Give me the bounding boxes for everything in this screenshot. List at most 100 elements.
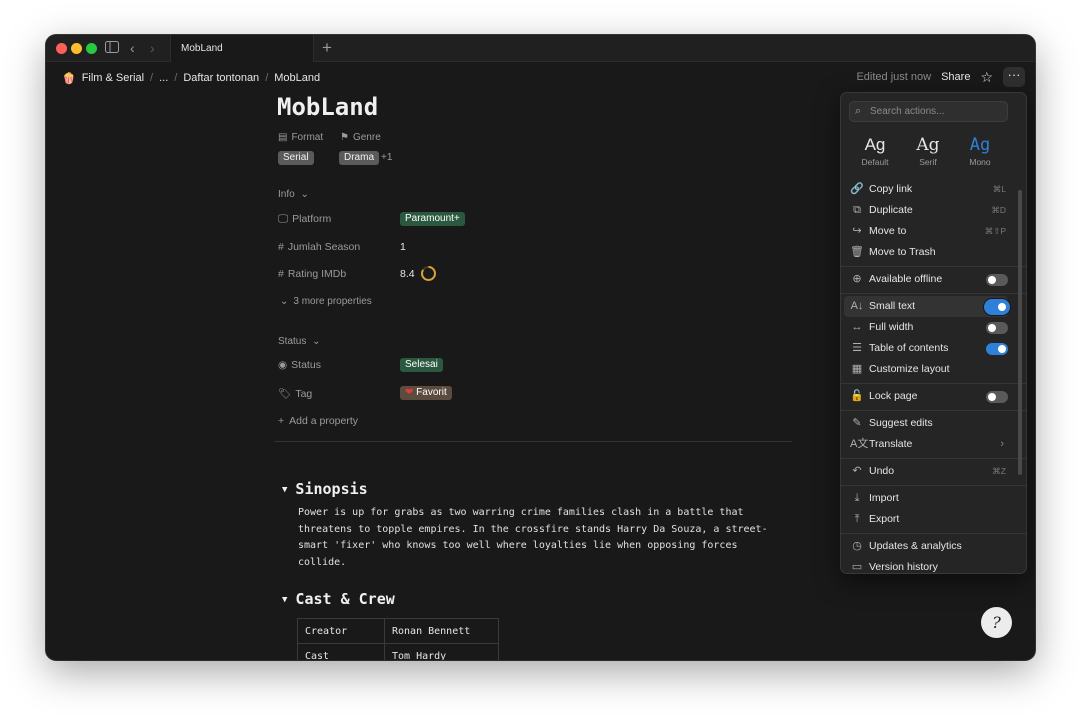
toggle-triangle-icon[interactable]: ▼ — [282, 485, 287, 495]
cast-crew-heading[interactable]: ▼ Cast & Crew — [282, 590, 395, 608]
font-label: Mono — [969, 157, 991, 167]
sidebar-toggle-icon[interactable] — [105, 39, 119, 57]
jumlah-season-value[interactable]: 1 — [400, 241, 406, 253]
breadcrumb-item-ellipsis[interactable]: ... — [159, 72, 168, 84]
hash-icon: # — [278, 241, 284, 253]
export-icon: ⤒ — [854, 513, 860, 525]
menu-item-undo[interactable]: ↶ Undo ⌘Z — [844, 461, 1008, 482]
menu-item-updates-analytics[interactable]: ◷ Updates & analytics — [844, 536, 1008, 557]
font-sample: Ag — [864, 135, 886, 154]
add-property-label: Add a property — [289, 415, 359, 427]
status-tag[interactable]: Selesai — [400, 358, 443, 372]
more-options-button[interactable]: ··· — [1003, 67, 1025, 87]
menu-item-label: Move to — [869, 225, 907, 237]
close-window-button[interactable] — [56, 43, 67, 54]
back-arrow-icon[interactable]: ‹ — [130, 39, 135, 57]
duplicate-icon: ⧉ — [853, 204, 861, 216]
font-option-serif[interactable]: Ag Serif — [902, 135, 954, 167]
full-width-toggle[interactable] — [986, 322, 1008, 334]
properties-divider — [274, 441, 792, 442]
font-option-default[interactable]: Ag Default — [849, 135, 901, 167]
platform-tag[interactable]: Paramount+ — [400, 212, 465, 226]
menu-item-small-text[interactable]: A↓ Small text — [844, 296, 1008, 317]
menu-item-label: Translate — [869, 438, 913, 450]
undo-icon: ↶ — [852, 465, 862, 477]
breadcrumb-item-daftar-tontonan[interactable]: Daftar tontonan — [183, 72, 259, 84]
new-tab-button[interactable]: + — [322, 38, 332, 58]
favorit-tag[interactable]: ❤ Favorit — [400, 386, 452, 400]
menu-item-translate[interactable]: A文 Translate › — [844, 434, 1008, 455]
toggle-triangle-icon[interactable]: ▼ — [282, 595, 287, 605]
property-rating-imdb[interactable]: # Rating IMDb — [278, 268, 346, 280]
import-icon: ⤓ — [854, 492, 860, 504]
lock-icon: 🔓 — [850, 390, 864, 402]
rating-imdb-value[interactable]: 8.4 — [400, 268, 415, 280]
format-property[interactable]: ▤ Format — [278, 132, 323, 143]
table-cell-role[interactable]: Creator — [297, 618, 385, 644]
menu-item-duplicate[interactable]: ⧉ Duplicate ⌘D — [844, 200, 1008, 221]
property-jumlah-season[interactable]: # Jumlah Season — [278, 241, 360, 253]
table-cell-name[interactable]: Tom Hardy — [384, 643, 499, 660]
menu-item-label: Small text — [869, 300, 916, 312]
table-of-contents-toggle[interactable] — [986, 343, 1008, 355]
menu-item-copy-link[interactable]: 🔗 Copy link ⌘L — [844, 179, 1008, 200]
text-size-icon: A↓ — [850, 300, 864, 312]
add-property-button[interactable]: + Add a property — [278, 415, 358, 427]
sinopsis-heading[interactable]: ▼ Sinopsis — [282, 480, 368, 498]
format-tag[interactable]: Serial — [278, 151, 314, 165]
genre-more-count[interactable]: +1 — [381, 152, 392, 163]
list-icon: ☰ — [852, 342, 862, 354]
small-text-toggle[interactable] — [986, 301, 1008, 313]
help-button[interactable]: ? — [981, 607, 1012, 638]
menu-item-export[interactable]: ⤒ Export — [844, 509, 1008, 530]
search-placeholder: Search actions... — [870, 106, 945, 117]
search-actions-input[interactable]: ⌕ Search actions... — [849, 101, 1008, 122]
table-cell-role[interactable]: Cast — [297, 643, 385, 660]
menu-item-available-offline[interactable]: ⊕ Available offline — [844, 269, 1008, 290]
lock-page-toggle[interactable] — [986, 391, 1008, 403]
font-option-mono[interactable]: Ag Mono — [954, 135, 1006, 167]
search-icon: ⌕ — [855, 105, 862, 117]
menu-item-full-width[interactable]: ↔ Full width — [844, 317, 1008, 338]
menu-item-suggest-edits[interactable]: ✎ Suggest edits — [844, 413, 1008, 434]
breadcrumb-item-mobland[interactable]: MobLand — [274, 72, 320, 84]
maximize-window-button[interactable] — [86, 43, 97, 54]
menu-item-table-of-contents[interactable]: ☰ Table of contents — [844, 338, 1008, 359]
info-section-toggle[interactable]: Info ⌄ — [278, 189, 309, 200]
suggest-edit-icon: ✎ — [852, 417, 862, 429]
breadcrumb-item-film-serial[interactable]: Film & Serial — [82, 72, 144, 84]
status-section-label: Status — [278, 336, 307, 347]
sinopsis-text[interactable]: Power is up for grabs as two warring cri… — [298, 505, 778, 571]
menu-item-customize-layout[interactable]: ▦ Customize layout — [844, 359, 1008, 380]
menu-item-label: Suggest edits — [869, 417, 933, 429]
menu-item-label: Import — [869, 492, 899, 504]
page-title[interactable]: MobLand — [277, 93, 378, 121]
font-sample: Ag — [916, 135, 940, 155]
menu-item-label: Customize layout — [869, 363, 950, 375]
genre-property[interactable]: ⚑ Genre — [340, 132, 381, 143]
menu-scrollbar[interactable] — [1018, 190, 1022, 475]
property-label: Status — [291, 359, 321, 371]
more-properties-toggle[interactable]: ⌄ 3 more properties — [280, 296, 372, 307]
menu-item-lock-page[interactable]: 🔓 Lock page — [844, 386, 1008, 407]
font-label: Serif — [919, 157, 937, 167]
menu-item-move-to[interactable]: ↪ Move to ⌘⇧P — [844, 221, 1008, 242]
property-status[interactable]: ◉ Status — [278, 359, 321, 371]
status-circle-icon: ◉ — [278, 359, 288, 371]
genre-tag[interactable]: Drama — [339, 151, 380, 165]
popcorn-icon: 🍿 — [62, 72, 76, 85]
share-button[interactable]: Share — [941, 71, 970, 83]
table-cell-name[interactable]: Ronan Bennett — [384, 618, 499, 644]
menu-item-import[interactable]: ⤓ Import — [844, 488, 1008, 509]
available-offline-toggle[interactable] — [986, 274, 1008, 286]
menu-item-move-to-trash[interactable]: 🗑 Move to Trash — [844, 242, 1008, 263]
status-section-toggle[interactable]: Status ⌄ — [278, 336, 321, 347]
menu-item-version-history[interactable]: ▭ Version history — [844, 557, 1008, 573]
tab-mobland[interactable]: MobLand — [170, 35, 314, 62]
property-platform[interactable]: 🖵 Platform — [278, 213, 331, 226]
minimize-window-button[interactable] — [71, 43, 82, 54]
format-icon: ▤ — [278, 132, 288, 143]
forward-arrow-icon[interactable]: › — [150, 39, 155, 57]
property-tag[interactable]: 🏷 Tag — [278, 387, 312, 400]
star-icon[interactable]: ☆ — [980, 69, 993, 86]
